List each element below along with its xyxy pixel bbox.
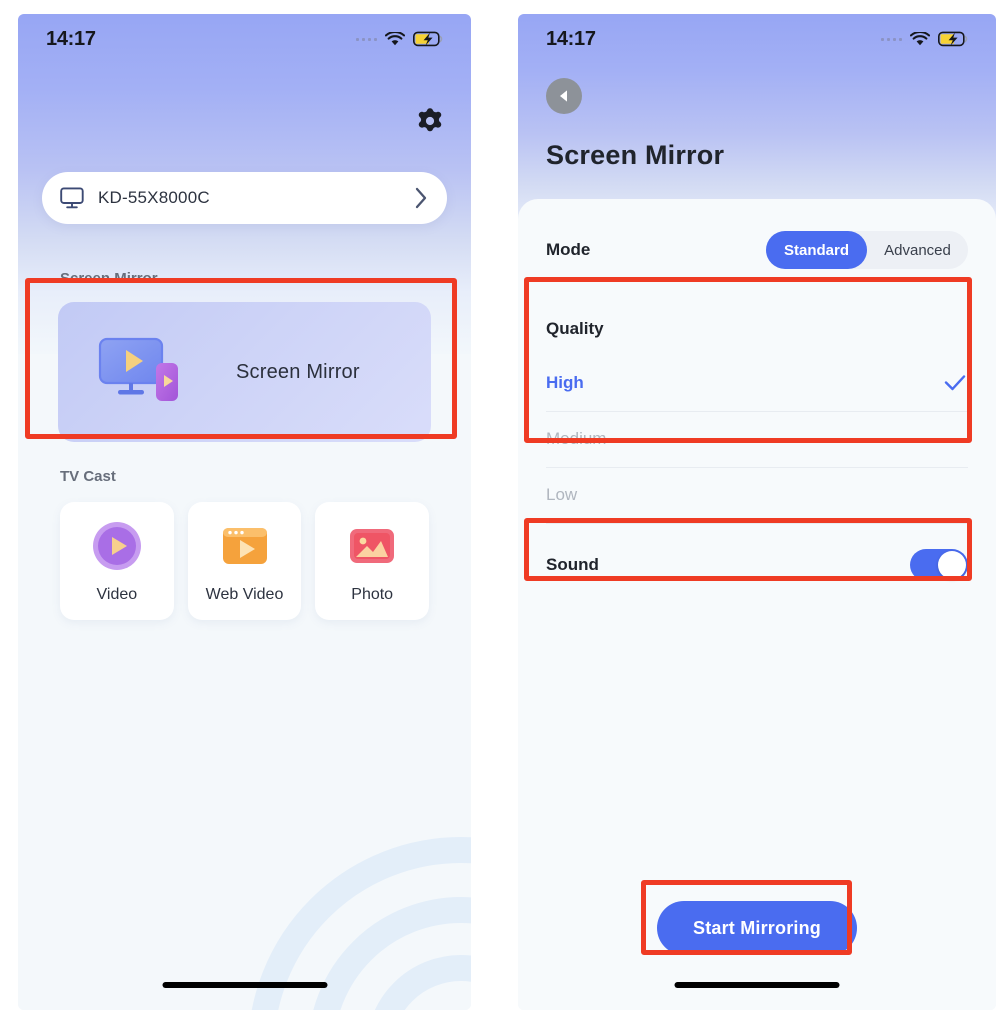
screen-mirror-illustration-icon — [96, 333, 188, 412]
page-title: Screen Mirror — [546, 140, 725, 170]
phone-left: 14:17 KD-55X8000C Screen Mirror Screen M… — [18, 14, 471, 1010]
device-selector[interactable]: KD-55X8000C — [42, 172, 447, 224]
photo-image-icon — [350, 529, 395, 563]
battery-charging-icon — [938, 31, 968, 47]
start-mirroring-button[interactable]: Start Mirroring — [657, 901, 857, 955]
row-mode: Mode Standard Advanced — [518, 219, 996, 281]
chevron-right-icon[interactable] — [413, 185, 429, 211]
tv-cast-grid: Video Web Video Photo — [60, 502, 430, 620]
signal-dots-icon — [881, 37, 902, 41]
quality-label: Quality — [546, 319, 604, 338]
quality-option-high[interactable]: High — [518, 355, 996, 411]
mode-option-advanced[interactable]: Advanced — [867, 231, 968, 269]
sound-label: Sound — [546, 555, 599, 574]
tv-cast-tile-video[interactable]: Video — [60, 502, 174, 620]
monitor-icon — [60, 187, 84, 209]
wifi-icon — [910, 31, 930, 45]
back-arrow-icon — [560, 90, 567, 102]
settings-sheet: Mode Standard Advanced Quality High Medi… — [518, 199, 996, 1010]
gear-icon[interactable] — [415, 106, 445, 136]
toggle-knob — [938, 551, 966, 579]
screen-mirror-card[interactable]: Screen Mirror — [58, 302, 431, 442]
battery-charging-icon — [413, 31, 443, 47]
right-screen: 14:17 Screen Mirror Mode Standard Advanc… — [518, 14, 996, 1010]
quality-option-label: Medium — [546, 429, 607, 448]
back-button[interactable] — [546, 78, 582, 114]
tv-cast-tile-web-video[interactable]: Web Video — [187, 502, 302, 620]
status-icons — [356, 31, 443, 47]
status-time: 14:17 — [546, 27, 596, 50]
row-sound: Sound — [518, 537, 996, 593]
section-label-screen-mirror: Screen Mirror — [60, 270, 158, 287]
home-indicator[interactable] — [674, 982, 840, 988]
mode-label: Mode — [546, 240, 591, 259]
tv-cast-tile-photo[interactable]: Photo — [315, 502, 430, 620]
signal-dots-icon — [356, 37, 377, 41]
quality-option-medium[interactable]: Medium — [518, 411, 996, 467]
screenshot-stage: 14:17 KD-55X8000C Screen Mirror Screen M… — [0, 0, 998, 1024]
quality-option-label: Low — [546, 485, 578, 504]
right-status-bar: 14:17 — [518, 14, 996, 64]
screen-mirror-card-label: Screen Mirror — [236, 360, 360, 383]
checkmark-icon — [944, 375, 966, 391]
tv-cast-tile-label: Video — [96, 586, 138, 603]
quality-option-label: High — [546, 373, 584, 392]
row-quality-header: Quality — [518, 309, 996, 349]
divider — [546, 523, 968, 524]
device-name: KD-55X8000C — [98, 188, 210, 207]
video-play-circle-icon — [92, 522, 141, 570]
tv-cast-tile-label: Web Video — [205, 586, 284, 603]
mode-segmented-control[interactable]: Standard Advanced — [766, 231, 968, 269]
quality-option-low[interactable]: Low — [518, 467, 996, 523]
sound-toggle[interactable] — [910, 549, 968, 581]
settings-button[interactable] — [415, 106, 445, 141]
left-status-bar: 14:17 — [18, 14, 471, 64]
wifi-icon — [385, 31, 405, 45]
phone-right: 14:17 Screen Mirror Mode Standard Advanc… — [518, 14, 996, 1010]
status-icons — [881, 31, 968, 47]
left-screen: 14:17 KD-55X8000C Screen Mirror Screen M… — [18, 14, 471, 1010]
home-indicator[interactable] — [162, 982, 327, 988]
mode-option-standard[interactable]: Standard — [766, 231, 867, 269]
tv-cast-tile-label: Photo — [351, 586, 394, 603]
status-time: 14:17 — [46, 27, 96, 50]
section-label-tv-cast: TV Cast — [60, 468, 116, 485]
web-video-window-icon — [222, 528, 267, 564]
